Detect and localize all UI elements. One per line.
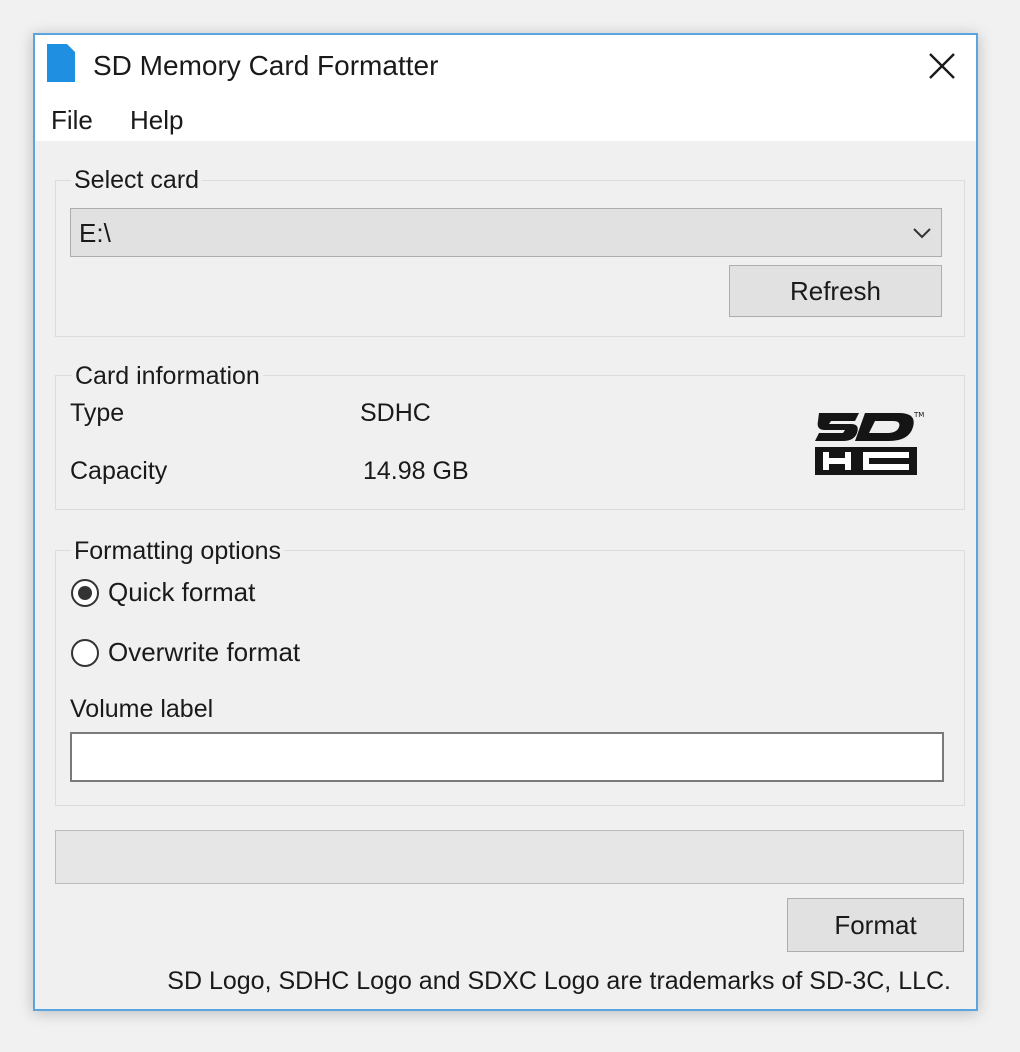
radio-selected-icon bbox=[71, 579, 99, 607]
menu-bar: File Help bbox=[35, 99, 976, 141]
overwrite-format-radio[interactable]: Overwrite format bbox=[70, 636, 360, 670]
menu-help[interactable]: Help bbox=[130, 103, 183, 137]
sdhc-logo: TM bbox=[815, 411, 924, 475]
trademark-note: SD Logo, SDHC Logo and SDXC Logo are tra… bbox=[167, 967, 951, 995]
close-button[interactable] bbox=[919, 43, 965, 89]
svg-text:TM: TM bbox=[913, 411, 924, 419]
volume-label-title: Volume label bbox=[70, 695, 214, 723]
chevron-down-icon bbox=[913, 228, 931, 239]
window-title: SD Memory Card Formatter bbox=[93, 50, 439, 81]
volume-label-input[interactable] bbox=[70, 732, 944, 782]
title-bar: SD Memory Card Formatter bbox=[35, 35, 976, 99]
overwrite-format-label: Overwrite format bbox=[108, 637, 301, 667]
capacity-value: 14.98 GB bbox=[363, 457, 469, 485]
type-value: SDHC bbox=[360, 399, 431, 427]
sd-card-icon bbox=[47, 44, 75, 82]
menu-file[interactable]: File bbox=[51, 103, 93, 137]
refresh-button[interactable]: Refresh bbox=[729, 265, 942, 317]
format-button[interactable]: Format bbox=[787, 898, 964, 952]
select-card-title: Select card bbox=[71, 165, 203, 195]
type-label: Type bbox=[70, 399, 125, 427]
card-select-dropdown[interactable]: E:\ bbox=[70, 208, 942, 257]
formatting-options-title: Formatting options bbox=[71, 536, 285, 566]
app-window: SD Memory Card Formatter File Help Selec… bbox=[33, 33, 978, 1011]
quick-format-radio[interactable]: Quick format bbox=[70, 576, 310, 610]
card-information-title: Card information bbox=[72, 361, 263, 391]
progress-bar bbox=[55, 830, 964, 884]
radio-unselected-icon bbox=[71, 639, 99, 667]
quick-format-label: Quick format bbox=[108, 577, 256, 607]
selected-card-value: E:\ bbox=[79, 218, 111, 248]
capacity-label: Capacity bbox=[70, 457, 168, 485]
close-icon bbox=[929, 53, 955, 79]
